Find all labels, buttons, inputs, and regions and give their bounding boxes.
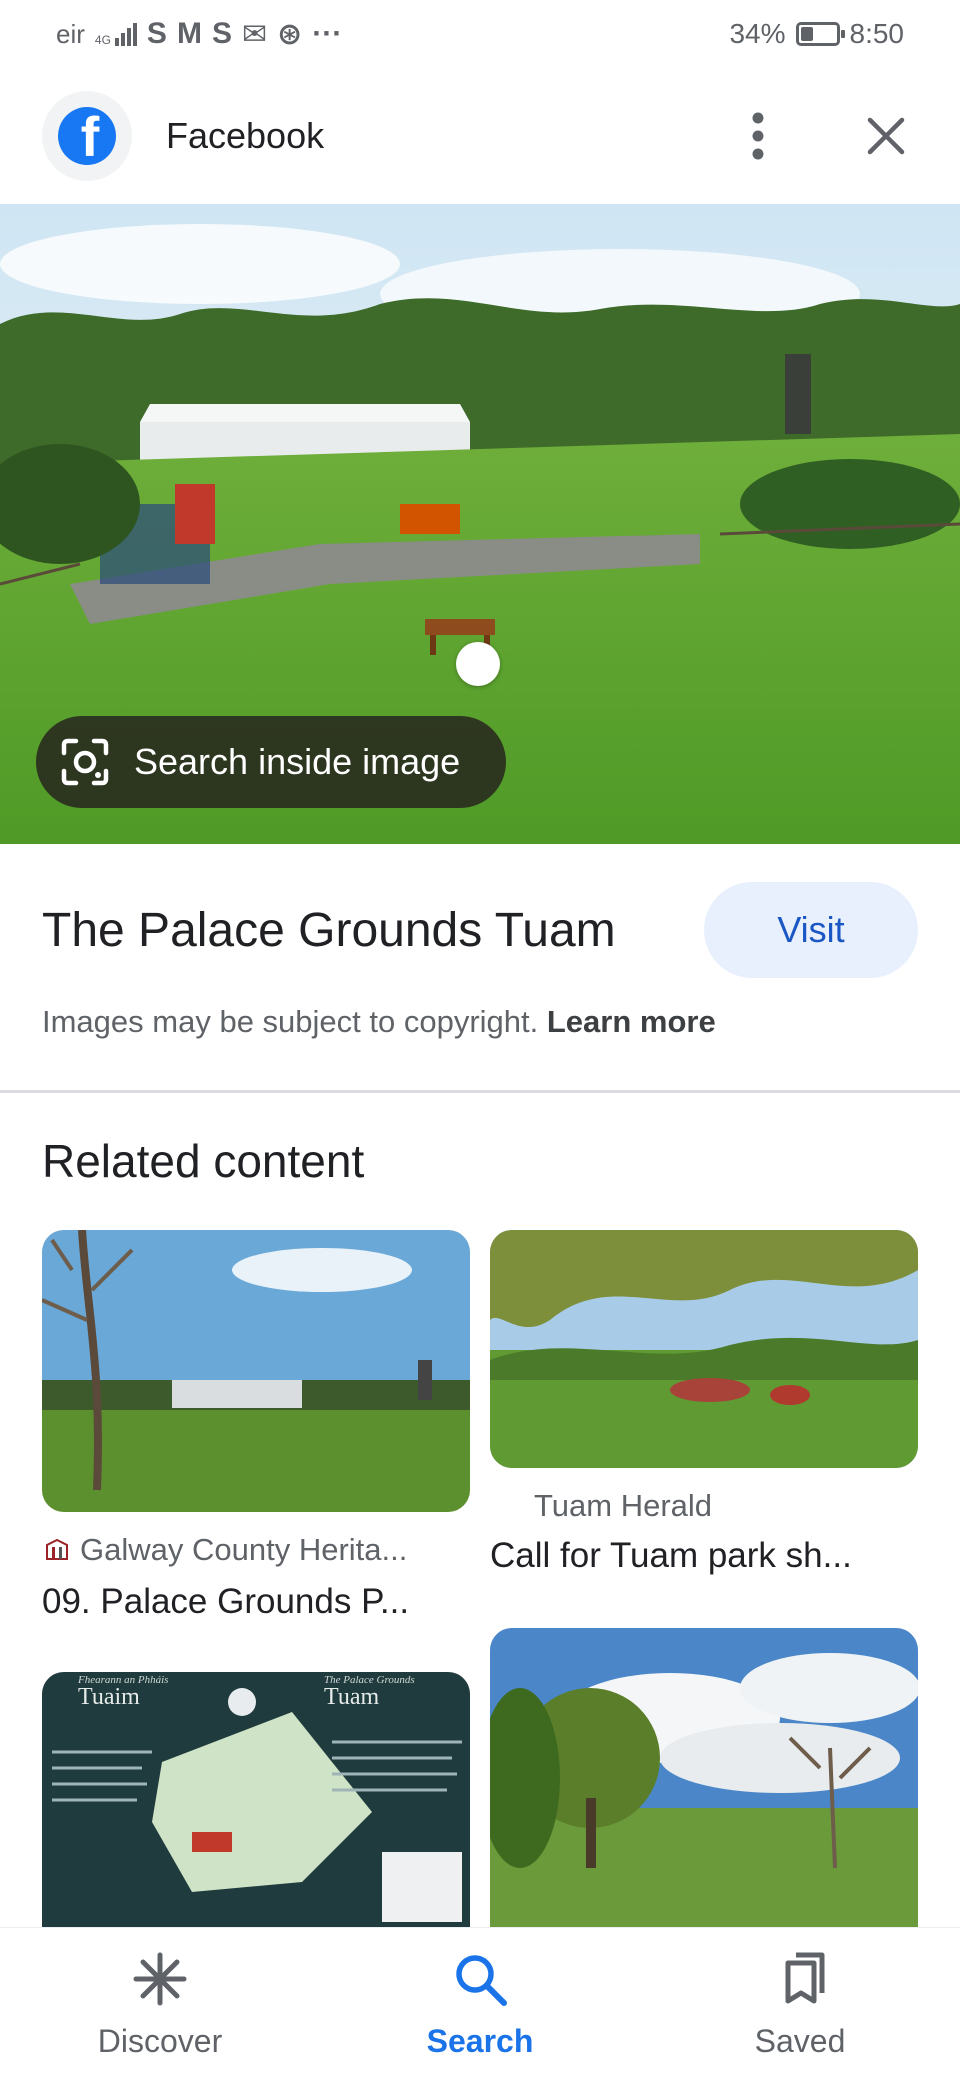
asterisk-icon xyxy=(133,1952,187,2005)
source-title: Facebook xyxy=(166,115,325,156)
related-item-caption[interactable]: Call for Tuam park sh... xyxy=(490,1536,852,1576)
close-button[interactable] xyxy=(854,104,918,168)
source-name: Galway County Herita... xyxy=(80,1532,408,1567)
status-bar-left: eir 4G S M S ✉ ⊛ ··· xyxy=(56,17,342,52)
nav-saved[interactable]: Saved xyxy=(680,1949,920,2060)
image-focus-dot[interactable] xyxy=(456,642,500,686)
related-item-source[interactable]: Tuam Herald xyxy=(534,1488,712,1524)
related-item-source[interactable]: Galway County Herita... xyxy=(44,1532,407,1568)
notification-icon: ⊛ xyxy=(277,17,303,51)
visit-button[interactable]: Visit xyxy=(704,882,918,978)
facebook-icon: f xyxy=(58,107,116,165)
learn-more-link[interactable]: Learn more xyxy=(547,1004,716,1039)
result-title: The Palace Grounds Tuam xyxy=(42,903,616,957)
status-bar: eir 4G S M S ✉ ⊛ ··· 34% 8:50 xyxy=(0,0,960,68)
carrier-name: eir xyxy=(56,18,85,49)
signal-icon: 4G xyxy=(95,22,137,46)
result-image[interactable]: Search inside image xyxy=(0,204,960,844)
battery-percent: 34% xyxy=(729,18,786,49)
related-item-image[interactable]: Fhearann an Phháis Tuaim The Palace Grou… xyxy=(42,1672,470,1928)
search-icon xyxy=(456,1954,507,2006)
notification-icon: M xyxy=(176,17,202,50)
related-item-image[interactable] xyxy=(42,1230,470,1512)
related-item-image[interactable] xyxy=(490,1230,918,1468)
more-notifications-icon: ··· xyxy=(312,17,343,50)
map-sign-name-left: Tuaim xyxy=(78,1684,140,1710)
map-sign-name-right: Tuam xyxy=(324,1684,380,1710)
nav-discover[interactable]: Discover xyxy=(40,1949,280,2060)
notification-icon: S xyxy=(146,17,167,50)
park-photo xyxy=(42,1230,470,1512)
related-item-image[interactable] xyxy=(490,1628,918,1928)
result-header: The Palace Grounds Tuam Visit xyxy=(42,880,918,980)
nav-label: Discover xyxy=(97,2022,223,2059)
search-inside-image-label: Search inside image xyxy=(134,741,461,782)
bookmarks-icon xyxy=(785,1952,825,2003)
search-inside-image-button[interactable]: Search inside image xyxy=(36,716,506,808)
source-logo: f xyxy=(42,91,132,181)
status-bar-right: 34% 8:50 xyxy=(729,18,904,50)
network-type: 4G xyxy=(94,33,111,47)
battery-icon xyxy=(795,22,845,46)
more-options-button[interactable] xyxy=(726,104,790,168)
source-favicon-icon xyxy=(44,1535,70,1561)
copyright-text: Images may be subject to copyright. xyxy=(42,1004,539,1039)
park-photo xyxy=(490,1628,918,1928)
nav-label: Search xyxy=(426,2022,534,2059)
park-photo xyxy=(490,1230,918,1468)
facebook-logo-letter: f xyxy=(80,107,100,165)
clock: 8:50 xyxy=(849,18,905,49)
mail-icon: ✉ xyxy=(241,17,268,51)
nav-search[interactable]: Search xyxy=(360,1949,600,2060)
nav-label: Saved xyxy=(754,2022,846,2059)
related-content-heading: Related content xyxy=(42,1135,365,1187)
more-vert-icon xyxy=(752,112,764,160)
related-item-caption[interactable]: 09. Palace Grounds P... xyxy=(42,1582,409,1622)
top-app-bar: f Facebook xyxy=(0,68,960,204)
copyright-notice: Images may be subject to copyright. Lear… xyxy=(42,1004,716,1040)
bottom-navigation: Discover Search Saved xyxy=(0,1928,960,2080)
section-divider xyxy=(0,1090,960,1093)
lens-icon xyxy=(61,738,109,786)
notification-icon: S xyxy=(211,17,232,50)
close-icon xyxy=(867,117,905,155)
